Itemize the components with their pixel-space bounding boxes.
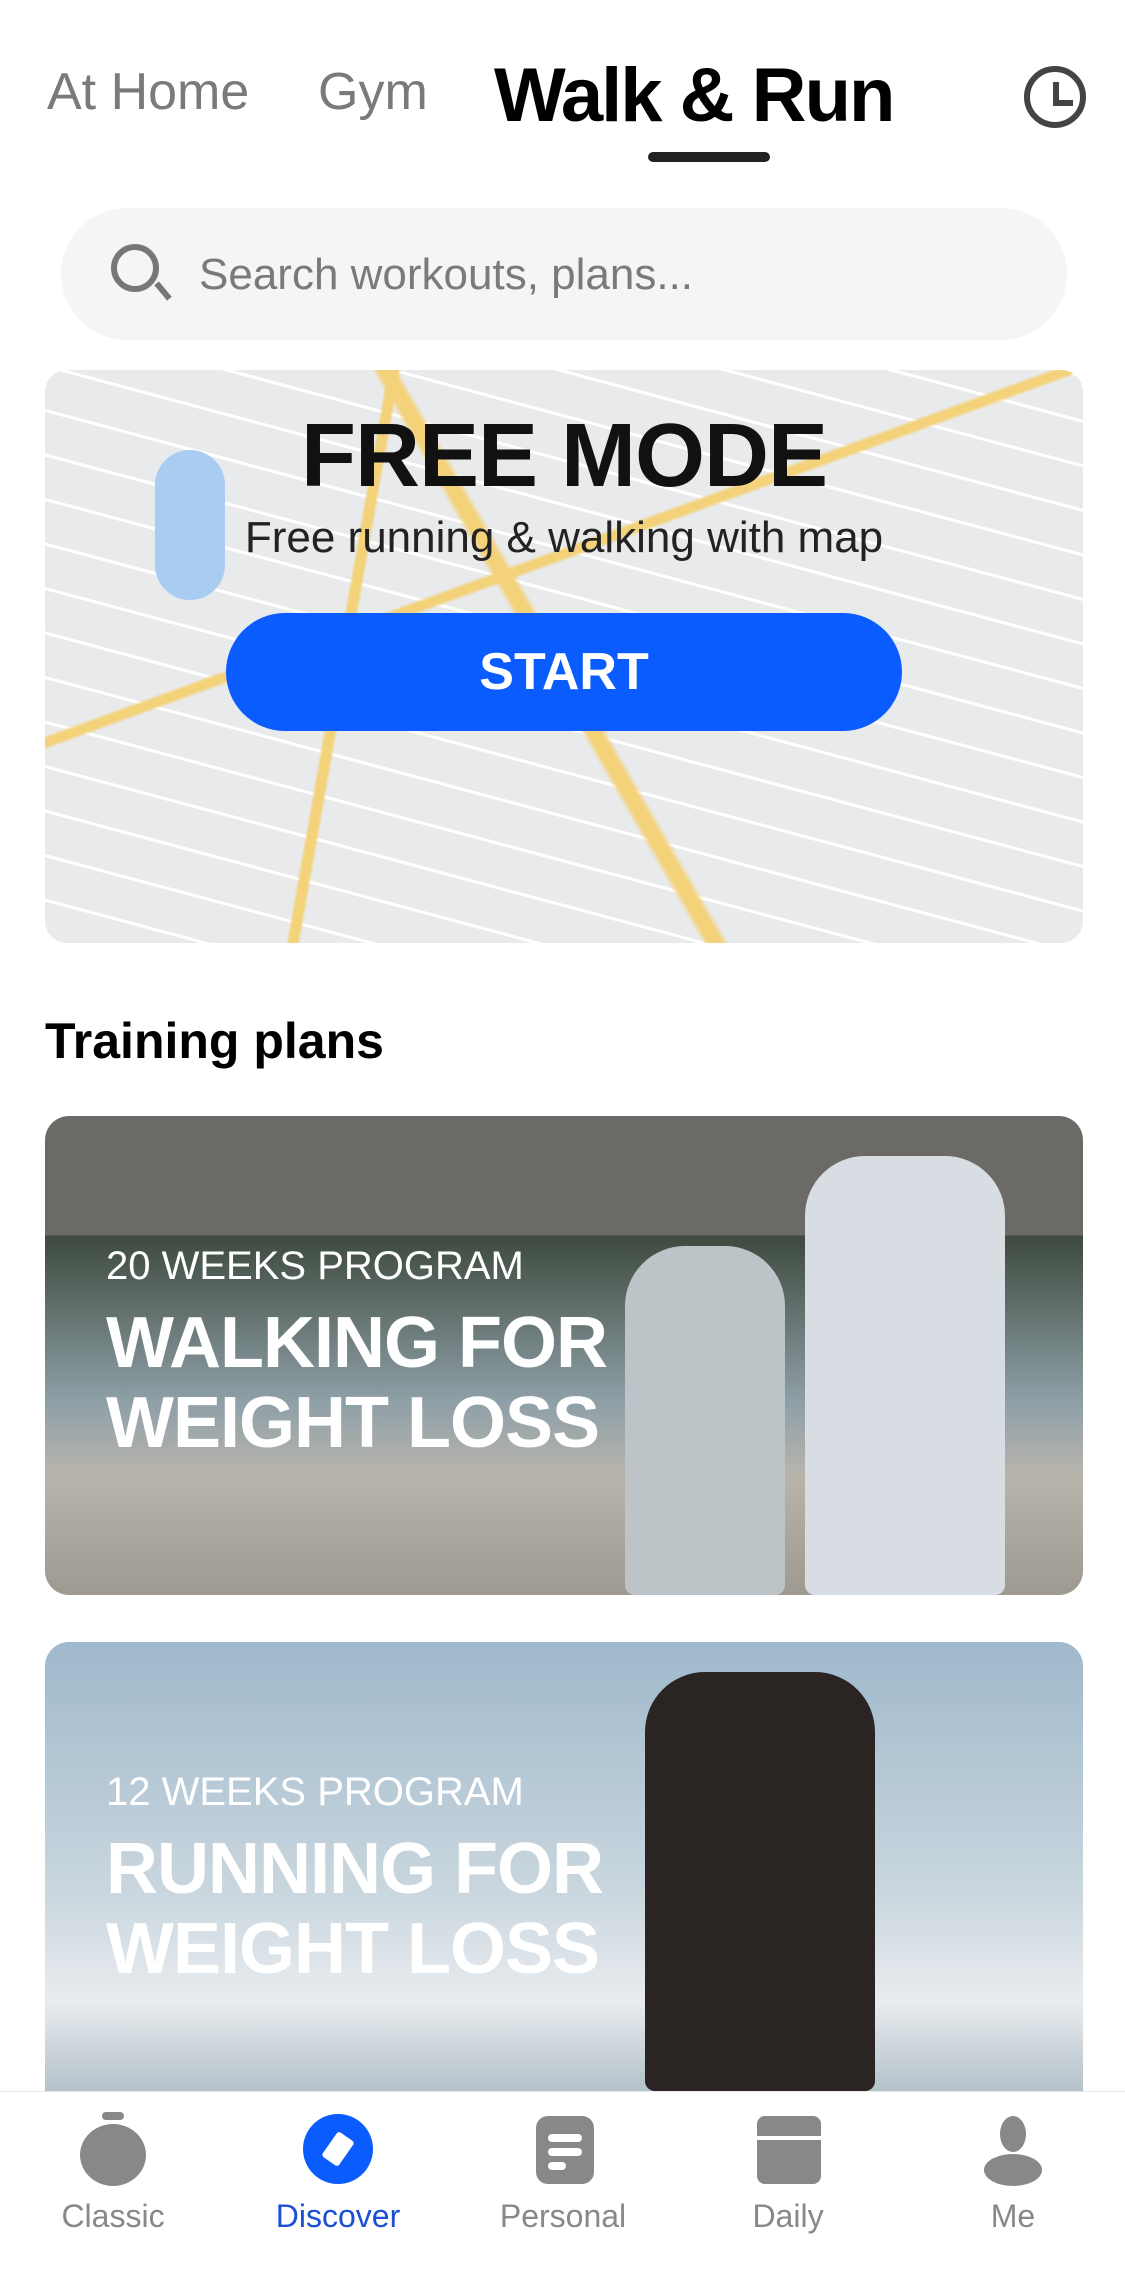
plan-title-line1: WALKING FOR [106,1303,608,1383]
nav-me[interactable]: Me [933,2112,1093,2235]
plan-title-line2: WEIGHT LOSS [106,1383,600,1463]
plan-title-line1: RUNNING FOR [106,1829,604,1909]
plan-title-line2: WEIGHT LOSS [106,1909,600,1989]
start-button[interactable]: START [226,613,902,731]
free-mode-subtitle: Free running & walking with map [244,513,884,562]
plan-kicker: 20 WEEKS PROGRAM [106,1244,524,1288]
nav-classic[interactable]: Classic [33,2112,193,2235]
section-heading: Training plans [45,1013,384,1069]
plan-kicker: 12 WEEKS PROGRAM [106,1770,524,1814]
nav-discover[interactable]: Discover [258,2112,418,2235]
tab-gym[interactable]: Gym [318,62,428,122]
tab-walk-run[interactable]: Walk & Run [494,52,895,139]
person-icon [978,2112,1048,2186]
plan-card-running[interactable]: 12 WEEKS PROGRAM RUNNING FOR WEIGHT LOSS [45,1642,1083,2091]
search-placeholder: Search workouts, plans... [199,250,694,299]
nav-personal[interactable]: Personal [483,2112,643,2235]
nav-label: Classic [61,2198,165,2234]
free-mode-title: FREE MODE [300,406,828,506]
bottom-nav: Classic Discover Personal Daily Me [0,2091,1125,2278]
nav-label: Me [990,2198,1036,2234]
plan-image [805,1156,1005,1595]
search-input[interactable]: Search workouts, plans... [61,208,1067,340]
compass-icon [303,2112,373,2184]
clock-icon[interactable] [1024,66,1086,128]
plan-image [645,1672,875,2091]
nav-label: Discover [275,2198,401,2234]
tab-at-home[interactable]: At Home [47,62,249,122]
calendar-icon [753,2112,823,2184]
plan-image [625,1246,785,1595]
nav-daily[interactable]: Daily [708,2112,868,2235]
free-mode-card[interactable]: FREE MODE Free running & walking with ma… [45,370,1083,943]
nav-label: Personal [499,2198,627,2234]
search-icon [111,244,159,292]
active-tab-indicator [648,152,770,162]
list-icon [528,2112,598,2184]
nav-label: Daily [752,2198,824,2234]
plan-card-walking[interactable]: 20 WEEKS PROGRAM WALKING FOR WEIGHT LOSS [45,1116,1083,1595]
stopwatch-icon [78,2112,148,2186]
